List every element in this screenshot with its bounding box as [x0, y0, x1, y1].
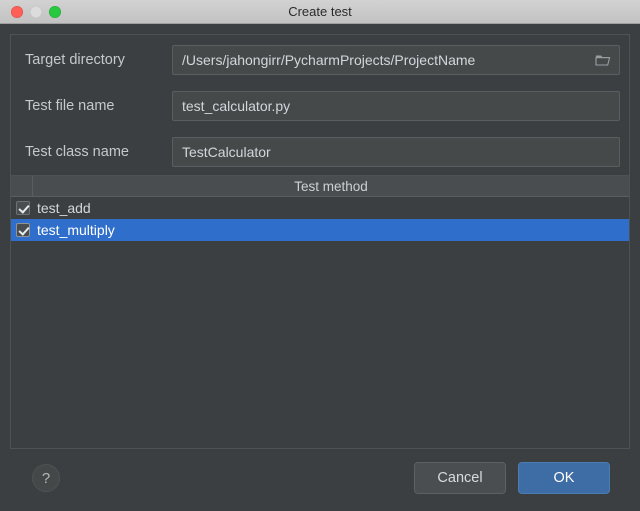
test-file-name-input[interactable]: test_calculator.py	[172, 91, 620, 121]
label-target-directory: Target directory	[25, 52, 125, 68]
form-panel: Target directory /Users/jahongirr/Pychar…	[10, 34, 630, 175]
dialog-footer: ? Cancel OK	[10, 449, 630, 511]
title-bar: Create test	[0, 0, 640, 24]
ok-button[interactable]: OK	[518, 462, 610, 494]
cancel-button[interactable]: Cancel	[414, 462, 506, 494]
test-file-name-value: test_calculator.py	[182, 98, 291, 114]
footer-actions: Cancel OK	[414, 462, 610, 494]
target-directory-value: /Users/jahongirr/PycharmProjects/Project…	[182, 52, 476, 68]
form-row-test-file-name: Test file name test_calculator.py	[20, 91, 620, 121]
table-row[interactable]: test_add	[11, 197, 629, 219]
row-label-test-add: test_add	[37, 200, 91, 216]
row-checkbox-test-add[interactable]	[16, 201, 30, 215]
close-button[interactable]	[11, 5, 23, 18]
label-test-class-name: Test class name	[25, 144, 129, 160]
target-directory-input[interactable]: /Users/jahongirr/PycharmProjects/Project…	[172, 45, 620, 75]
minimize-button[interactable]	[30, 5, 42, 18]
table-body: test_add test_multiply	[11, 197, 629, 448]
form-row-target-directory: Target directory /Users/jahongirr/Pychar…	[20, 45, 620, 75]
window-title: Create test	[288, 3, 352, 19]
help-icon[interactable]: ?	[32, 464, 60, 492]
label-test-file-name: Test file name	[25, 98, 115, 114]
test-class-name-value: TestCalculator	[182, 144, 271, 160]
table-header-test-method: Test method	[294, 179, 368, 194]
row-label-test-multiply: test_multiply	[37, 222, 115, 238]
test-method-table: Test method test_add test_multiply	[10, 175, 630, 449]
test-class-name-input[interactable]: TestCalculator	[172, 137, 620, 167]
zoom-button[interactable]	[49, 5, 61, 18]
window-controls	[11, 5, 61, 18]
folder-icon[interactable]	[591, 48, 615, 72]
table-header-row: Test method	[11, 176, 629, 197]
row-checkbox-test-multiply[interactable]	[16, 223, 30, 237]
table-row[interactable]: test_multiply	[11, 219, 629, 241]
form-row-test-class-name: Test class name TestCalculator	[20, 137, 620, 167]
table-header-checkbox-column	[11, 176, 33, 196]
dialog-body: Target directory /Users/jahongirr/Pychar…	[0, 24, 640, 511]
create-test-dialog: Create test Target directory /Users/jaho…	[0, 0, 640, 511]
